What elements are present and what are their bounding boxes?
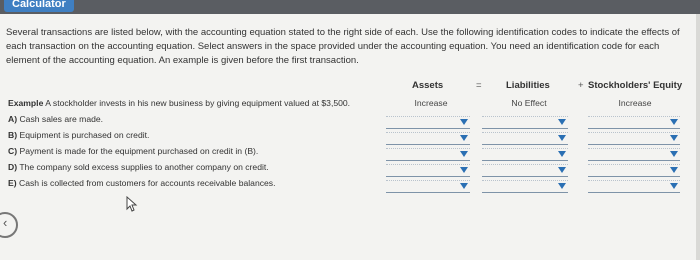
chevron-left-icon: ‹: [3, 215, 8, 230]
transaction-row: D) The company sold excess supplies to a…: [8, 162, 269, 172]
liabilities-effect-select[interactable]: [482, 164, 568, 177]
chevron-down-icon: [670, 119, 678, 125]
chevron-down-icon: [558, 151, 566, 157]
liabilities-effect-select[interactable]: [482, 132, 568, 145]
equity-effect-select[interactable]: [588, 148, 680, 161]
transaction-text: Cash sales are made.: [19, 114, 104, 124]
chevron-down-icon: [558, 135, 566, 141]
calculator-button[interactable]: Calculator: [4, 0, 74, 12]
example-liabilities-value: No Effect: [511, 98, 547, 108]
transaction-letter: B): [8, 130, 18, 140]
transaction-text: Cash is collected from customers for acc…: [18, 178, 276, 188]
transaction-row: A) Cash sales are made.: [8, 114, 103, 124]
liabilities-effect-select[interactable]: [482, 148, 568, 161]
transaction-letter: C): [8, 146, 18, 156]
chevron-down-icon: [460, 167, 468, 173]
liabilities-header: Liabilities: [506, 80, 550, 91]
chevron-down-icon: [558, 119, 566, 125]
equity-header: Stockholders' Equity: [588, 80, 683, 91]
example-equity-value: Increase: [618, 98, 652, 108]
chevron-down-icon: [670, 135, 678, 141]
assets-effect-select[interactable]: [386, 116, 470, 129]
transaction-text: The company sold excess supplies to anot…: [19, 162, 269, 172]
chevron-down-icon: [558, 167, 566, 173]
transaction-text: Payment is made for the equipment purcha…: [19, 146, 259, 156]
example-row: Example A stockholder invests in his new…: [8, 98, 350, 108]
chevron-down-icon: [670, 167, 678, 173]
chevron-down-icon: [558, 183, 566, 189]
transaction-row: B) Equipment is purchased on credit.: [8, 130, 149, 140]
mouse-cursor-icon: [126, 196, 138, 212]
transaction-letter: A): [8, 114, 18, 124]
assets-effect-select[interactable]: [386, 164, 470, 177]
assets-header: Assets: [412, 80, 444, 91]
instructions-text: Several transactions are listed below, w…: [6, 27, 680, 66]
transaction-row: C) Payment is made for the equipment pur…: [8, 146, 258, 156]
plus-sign: +: [578, 80, 584, 91]
chevron-down-icon: [670, 183, 678, 189]
chevron-down-icon: [460, 119, 468, 125]
example-assets-value: Increase: [414, 98, 448, 108]
chevron-down-icon: [460, 183, 468, 189]
equals-sign: =: [476, 80, 482, 91]
chevron-down-icon: [460, 151, 468, 157]
transaction-text: Equipment is purchased on credit.: [19, 130, 150, 140]
top-bar: Calculator: [0, 0, 700, 14]
scrollbar[interactable]: [696, 14, 700, 260]
chevron-down-icon: [460, 135, 468, 141]
example-text: A stockholder invests in his new busines…: [45, 98, 351, 108]
chevron-down-icon: [670, 151, 678, 157]
transaction-letter: D): [8, 162, 18, 172]
equity-effect-select[interactable]: [588, 116, 680, 129]
equity-effect-select[interactable]: [588, 164, 680, 177]
back-button[interactable]: ‹: [0, 212, 18, 238]
equity-effect-select[interactable]: [588, 132, 680, 145]
liabilities-effect-select[interactable]: [482, 116, 568, 129]
transaction-row: E) Cash is collected from customers for …: [8, 178, 275, 188]
equity-effect-select[interactable]: [588, 180, 680, 193]
question-panel: Several transactions are listed below, w…: [0, 14, 700, 260]
transaction-letter: E): [8, 178, 17, 188]
assets-effect-select[interactable]: [386, 180, 470, 193]
assets-effect-select[interactable]: [386, 148, 470, 161]
assets-effect-select[interactable]: [386, 132, 470, 145]
example-prefix: Example: [8, 98, 44, 108]
liabilities-effect-select[interactable]: [482, 180, 568, 193]
